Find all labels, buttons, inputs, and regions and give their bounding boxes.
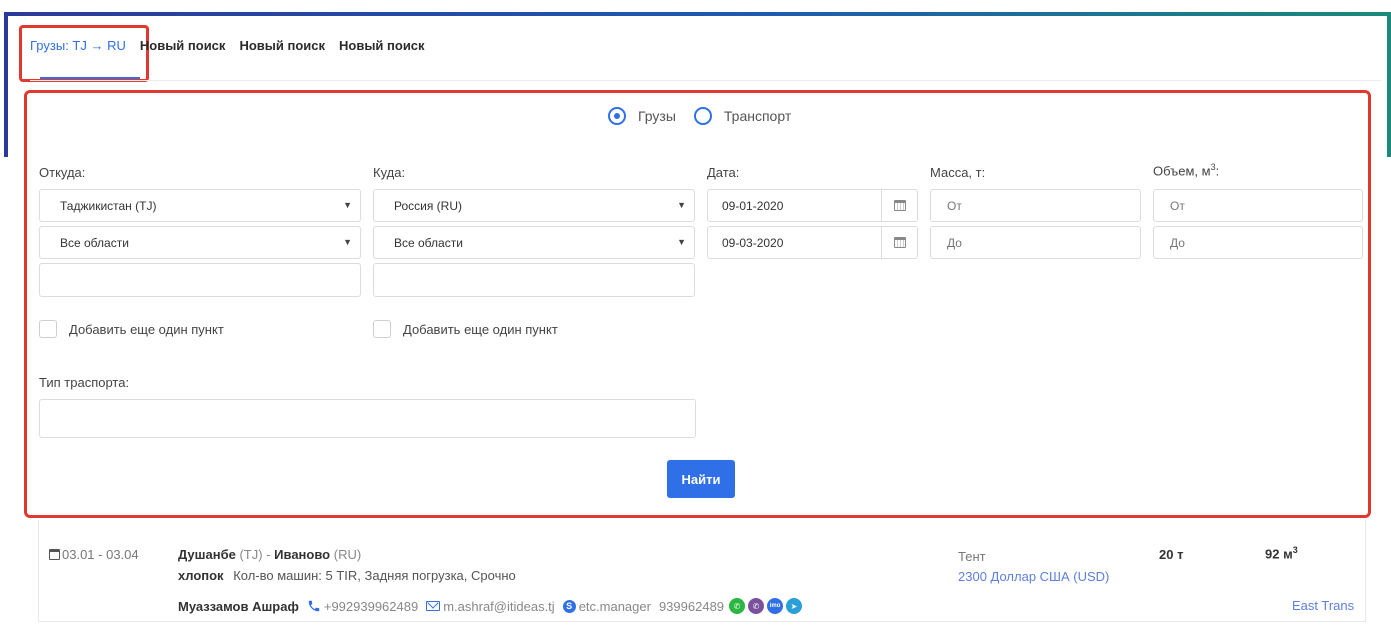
- result-dates: 03.01 - 03.04: [49, 547, 139, 562]
- date-to-input[interactable]: 09-03-2020: [707, 226, 918, 259]
- search-tabs: Грузы: TJ → RU Новый поиск Новый поиск Н…: [30, 38, 425, 53]
- calendar-button[interactable]: [881, 190, 917, 221]
- from-city-input[interactable]: [39, 263, 361, 297]
- to-country-select[interactable]: Россия (RU) ▼: [373, 189, 695, 222]
- date-to-value: 09-03-2020: [722, 235, 784, 250]
- whatsapp-icon[interactable]: ✆: [729, 598, 746, 614]
- from-label: Откуда:: [39, 165, 86, 180]
- radio-transport-label[interactable]: Транспорт: [724, 108, 791, 124]
- calendar-button[interactable]: [881, 227, 917, 258]
- contact-phone[interactable]: +992939962489: [324, 599, 418, 614]
- imo-icon[interactable]: imo: [767, 598, 784, 614]
- contact-email[interactable]: m.ashraf@itideas.tj: [443, 599, 554, 614]
- volume-label: Объем, м3:: [1153, 162, 1220, 179]
- result-route: Душанбе (TJ) - Иваново (RU): [178, 547, 361, 562]
- add-point-to-label[interactable]: Добавить еще один пункт: [403, 322, 558, 337]
- tab-new-search-1[interactable]: Новый поиск: [140, 38, 226, 53]
- dropdown-arrow-icon: ▼: [677, 200, 686, 210]
- radio-cargo-label[interactable]: Грузы: [638, 108, 676, 124]
- company-link[interactable]: East Trans: [1292, 598, 1354, 613]
- from-region-value: Все области: [60, 235, 129, 250]
- viber-icon[interactable]: ✆: [748, 598, 765, 614]
- search-type-radio-group: Грузы Транспорт: [608, 107, 809, 125]
- calendar-icon: [893, 237, 906, 248]
- search-form-panel: [24, 90, 1371, 518]
- contact-skype[interactable]: etc.manager: [579, 599, 651, 614]
- radio-transport[interactable]: [693, 107, 712, 125]
- cargo-name: хлопок: [178, 568, 224, 583]
- transport-type-label: Тип траспорта:: [39, 375, 130, 390]
- to-region-value: Все области: [394, 235, 463, 250]
- origin-city: Душанбе: [178, 547, 236, 562]
- add-point-to-row[interactable]: Добавить еще один пункт: [373, 320, 558, 338]
- header-gradient-strip-right: [1387, 12, 1391, 157]
- volume: 92 м3: [1265, 545, 1298, 562]
- tabs-divider: [30, 80, 1381, 81]
- transport-type-input[interactable]: [39, 399, 696, 438]
- tab-new-search-3[interactable]: Новый поиск: [339, 38, 425, 53]
- active-tab-highlight: [19, 25, 149, 82]
- messenger-phone[interactable]: 939962489: [659, 599, 724, 614]
- telegram-icon[interactable]: ➤: [786, 598, 803, 614]
- phone-icon: [308, 600, 320, 612]
- find-button[interactable]: Найти: [667, 460, 735, 498]
- active-tab-underline: [40, 77, 140, 79]
- tab-cargo-tj-ru[interactable]: Грузы: TJ → RU: [30, 38, 126, 53]
- to-city-input[interactable]: [373, 263, 695, 297]
- destination-country: (RU): [333, 547, 362, 562]
- volume-from-input[interactable]: От: [1153, 189, 1363, 222]
- calendar-icon: [893, 200, 906, 211]
- price: 2300 Доллар США (USD): [958, 569, 1110, 584]
- date-from-value: 09-01-2020: [722, 198, 784, 213]
- route-dash: -: [266, 547, 271, 562]
- from-country-value: Таджикистан (TJ): [60, 198, 157, 213]
- mass-label: Масса, т:: [930, 165, 986, 180]
- from-region-select[interactable]: Все области ▼: [39, 226, 361, 259]
- dropdown-arrow-icon: ▼: [677, 237, 686, 247]
- to-label: Куда:: [373, 165, 406, 180]
- calendar-icon: [49, 549, 60, 560]
- from-country-select[interactable]: Таджикистан (TJ) ▼: [39, 189, 361, 222]
- add-point-from-checkbox[interactable]: [39, 320, 57, 338]
- tab-new-search-2[interactable]: Новый поиск: [239, 38, 325, 53]
- weight: 20 т: [1159, 547, 1184, 562]
- result-contacts: Муаззамов Ашраф +992939962489 m.ashraf@i…: [178, 598, 803, 614]
- add-point-to-checkbox[interactable]: [373, 320, 391, 338]
- mass-from-input[interactable]: От: [930, 189, 1141, 222]
- add-point-from-row[interactable]: Добавить еще один пункт: [39, 320, 224, 338]
- header-gradient-strip: [4, 12, 1391, 16]
- mail-icon: [426, 601, 441, 611]
- destination-city: Иваново: [274, 547, 331, 562]
- to-region-select[interactable]: Все области ▼: [373, 226, 695, 259]
- contact-name: Муаззамов Ашраф: [178, 598, 299, 614]
- date-label: Дата:: [707, 165, 740, 180]
- origin-country: (TJ): [239, 547, 263, 562]
- radio-cargo[interactable]: [608, 107, 626, 125]
- dropdown-arrow-icon: ▼: [343, 237, 352, 247]
- dropdown-arrow-icon: ▼: [343, 200, 352, 210]
- date-from-input[interactable]: 09-01-2020: [707, 189, 918, 222]
- add-point-from-label[interactable]: Добавить еще один пункт: [69, 322, 224, 337]
- skype-icon: S: [562, 599, 576, 613]
- header-gradient-strip-left: [4, 12, 8, 157]
- mass-to-input[interactable]: До: [930, 226, 1141, 259]
- cargo-details: Кол-во машин: 5 TIR, Задняя погрузка, Ср…: [233, 568, 516, 583]
- result-cargo: хлопок Кол-во машин: 5 TIR, Задняя погру…: [178, 568, 516, 583]
- volume-to-input[interactable]: До: [1153, 226, 1363, 259]
- to-country-value: Россия (RU): [394, 198, 463, 213]
- body-type: Тент: [958, 549, 986, 564]
